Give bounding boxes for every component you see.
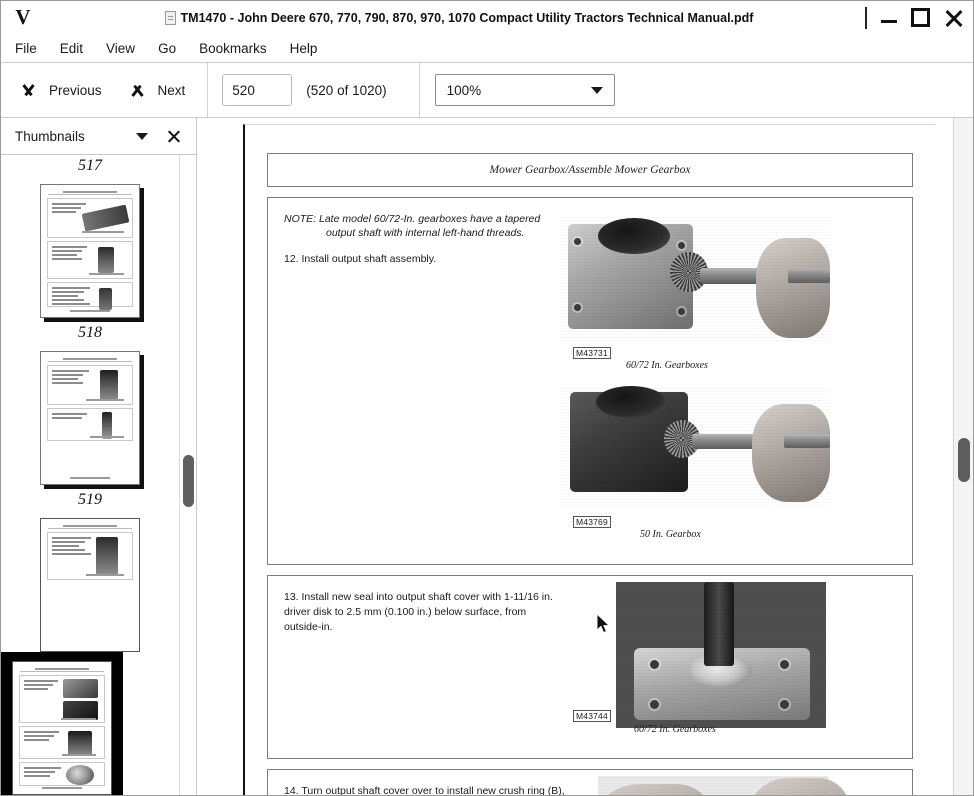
sidebar-title: Thumbnails — [15, 128, 85, 144]
pdf-page: Mower Gearbox/Assemble Mower Gearbox NOT… — [243, 124, 935, 795]
close-icon[interactable] — [166, 129, 181, 144]
chevron-down-icon[interactable] — [136, 132, 148, 140]
document-scrollbar[interactable] — [953, 118, 973, 795]
chevron-down-icon — [590, 86, 603, 94]
pdf-viewer-window: V TM1470 - John Deere 670, 770, 790, 870… — [0, 0, 974, 796]
minimize-button[interactable] — [880, 9, 898, 27]
document-scroll-area: Mower Gearbox/Assemble Mower Gearbox NOT… — [197, 118, 953, 795]
figure-image-m43769 — [560, 386, 830, 506]
figure-tag: M43731 — [573, 347, 611, 359]
thumbnail-image[interactable] — [40, 351, 140, 485]
sidebar-scroll-area: 517 518 519 — [1, 154, 196, 795]
next-page-button[interactable]: Next — [128, 70, 186, 110]
window-controls-divider — [865, 6, 867, 29]
thumbnail-image[interactable] — [12, 661, 112, 795]
window-title: TM1470 - John Deere 670, 770, 790, 870, … — [180, 10, 754, 25]
step-13-text: 13. Install new seal into output shaft c… — [284, 590, 574, 636]
figure-caption: 60/72 In. Gearboxes — [626, 360, 708, 371]
document-pane: Mower Gearbox/Assemble Mower Gearbox NOT… — [197, 118, 973, 795]
page-count-label: (520 of 1020) — [306, 82, 387, 98]
menu-item-help[interactable]: Help — [290, 41, 318, 56]
figure-image-step-14 — [592, 776, 850, 795]
page-running-header: Mower Gearbox/Assemble Mower Gearbox — [267, 153, 913, 187]
previous-page-button[interactable]: Previous — [19, 70, 102, 110]
figure-tag: M43744 — [573, 710, 611, 722]
main-body: Thumbnails 517 518 519 Mower Gearbox/Ass… — [1, 117, 973, 795]
thumbnail-page-label: 519 — [78, 491, 102, 508]
maximize-button[interactable] — [911, 8, 930, 27]
content-block-step-14: 14. Turn output shaft cover over to inst… — [267, 769, 913, 795]
zoom-level-select[interactable]: 100% — [434, 74, 615, 106]
title-bar: V TM1470 - John Deere 670, 770, 790, 870… — [1, 1, 973, 34]
previous-page-label: Previous — [49, 82, 102, 98]
sidebar-scrollbar[interactable] — [179, 155, 196, 795]
step-12-instruction: 12. Install output shaft assembly. — [284, 253, 437, 266]
window-title-group: TM1470 - John Deere 670, 770, 790, 870, … — [45, 10, 973, 25]
step-12-note-line-1: NOTE: Late model 60/72-In. gearboxes hav… — [284, 213, 541, 225]
list-item[interactable]: 519 — [1, 485, 179, 652]
figure-tag: M43769 — [573, 516, 611, 528]
menu-item-file[interactable]: File — [15, 41, 37, 56]
figure-image-m43731 — [560, 216, 830, 341]
figure-caption: 50 In. Gearbox — [640, 529, 701, 540]
figure-image-m43744 — [616, 582, 826, 728]
sidebar-header: Thumbnails — [1, 118, 196, 154]
zoom-level-value: 100% — [446, 82, 482, 98]
step-12-text: NOTE: Late model 60/72-In. gearboxes hav… — [284, 212, 574, 268]
list-item[interactable]: 517 — [1, 155, 179, 318]
thumbnail-page-label: 517 — [78, 157, 102, 174]
menu-item-view[interactable]: View — [106, 41, 135, 56]
app-logo: V — [15, 5, 31, 29]
toolbar-divider-1 — [207, 63, 209, 117]
content-block-step-13: 13. Install new seal into output shaft c… — [267, 575, 913, 759]
toolbar: Previous Next (520 of 1020) 100% — [1, 63, 973, 117]
chevron-down-icon — [128, 85, 147, 96]
document-scrollbar-thumb[interactable] — [958, 438, 970, 482]
thumbnail-page-label: 518 — [78, 324, 102, 341]
thumbnail-image[interactable] — [40, 518, 140, 652]
sidebar-scrollbar-thumb[interactable] — [183, 455, 194, 507]
menu-item-edit[interactable]: Edit — [60, 41, 83, 56]
page-number-input[interactable] — [222, 74, 293, 106]
page-running-header-text: Mower Gearbox/Assemble Mower Gearbox — [489, 164, 691, 176]
window-controls — [865, 1, 965, 34]
figure-caption: 60/72 In. Gearboxes — [634, 724, 716, 735]
step-13-line-1: 13. Install new seal into output shaft c… — [284, 591, 553, 603]
content-block-step-12: NOTE: Late model 60/72-In. gearboxes hav… — [267, 197, 913, 565]
close-window-button[interactable] — [943, 7, 965, 29]
thumbnail-wrapper — [29, 518, 151, 652]
menu-bar: File Edit View Go Bookmarks Help — [1, 34, 973, 63]
step-12-note-line-2: output shaft with internal left-hand thr… — [326, 227, 525, 240]
thumbnail-list: 517 518 519 — [1, 155, 179, 795]
list-item[interactable]: 518 — [1, 318, 179, 485]
step-14-line-1: 14. Turn output shaft cover over to inst… — [284, 785, 565, 795]
step-13-line-2: driver disk to 2.5 mm (0.100 in.) below … — [284, 606, 527, 619]
thumbnail-image[interactable] — [40, 184, 140, 318]
toolbar-divider-2 — [418, 63, 420, 117]
menu-item-bookmarks[interactable]: Bookmarks — [199, 41, 267, 56]
document-icon — [164, 10, 176, 25]
chevron-up-icon — [19, 85, 38, 96]
menu-item-go[interactable]: Go — [158, 41, 176, 56]
step-13-line-3: outside-in. — [284, 621, 333, 634]
step-14-text: 14. Turn output shaft cover over to inst… — [284, 784, 584, 795]
next-page-label: Next — [157, 82, 186, 98]
list-item-selected[interactable]: 520 — [1, 652, 123, 795]
thumbnails-sidebar: Thumbnails 517 518 519 — [1, 118, 197, 795]
